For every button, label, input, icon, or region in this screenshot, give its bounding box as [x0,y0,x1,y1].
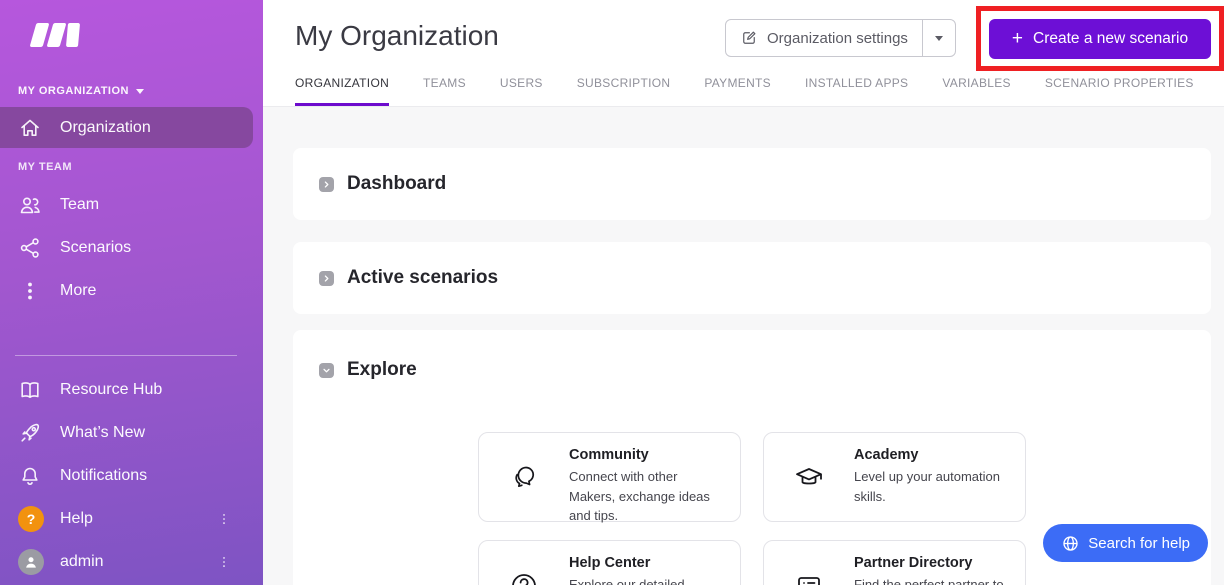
sidebar-item-scenarios[interactable]: Scenarios [0,228,253,268]
academy-card[interactable]: Academy Level up your automation skills. [763,432,1026,522]
avatar [18,549,44,575]
make-logo [29,23,89,47]
tab-scenario-properties[interactable]: SCENARIO PROPERTIES [1045,76,1194,106]
rocket-icon [18,421,42,445]
sidebar-item-help[interactable]: ? Help [0,499,253,539]
question-circle-icon [479,541,569,585]
edit-icon [743,31,756,44]
sidebar-item-label: Scenarios [60,239,132,256]
sidebar-item-resource-hub[interactable]: Resource Hub [0,370,253,410]
sidebar-item-admin[interactable]: admin [0,542,253,582]
tab-installed-apps[interactable]: INSTALLED APPS [805,76,908,106]
sidebar-item-label: Resource Hub [60,381,163,398]
card-description: Connect with other Makers, exchange idea… [569,469,710,523]
organization-settings-label: Organization settings [767,29,908,47]
sidebar-item-team[interactable]: Team [0,185,253,225]
sidebar-item-notifications[interactable]: Notifications [0,456,253,496]
page-title: My Organization [295,20,499,51]
tab-teams[interactable]: TEAMS [423,76,466,106]
globe-icon [1063,535,1078,551]
people-icon [18,193,42,217]
tab-payments[interactable]: PAYMENTS [704,76,771,106]
page-header: My Organization Organization settings + … [263,0,1224,107]
sidebar-item-label: Organization [60,118,151,136]
chevron-down-icon [319,362,334,378]
create-scenario-label: Create a new scenario [1033,29,1189,47]
sidebar-item-whats-new[interactable]: What’s New [0,413,253,453]
sidebar-item-label: More [60,282,97,299]
explore-card-grid: Community Connect with other Makers, exc… [478,432,1026,585]
main-area: My Organization Organization settings + … [263,0,1224,585]
explore-section-toggle[interactable]: Explore [293,330,1211,410]
card-description: Level up your automation skills. [854,469,1000,504]
book-icon [18,378,42,402]
chevron-right-icon [319,270,334,286]
card-title: Help Center [569,555,651,571]
highlight-annotation: + Create a new scenario [976,6,1224,71]
chevron-down-icon [135,88,144,94]
active-scenarios-section-toggle[interactable]: Active scenarios [293,242,1211,314]
organization-settings-button[interactable]: Organization settings [726,20,922,56]
create-scenario-button[interactable]: + Create a new scenario [989,18,1211,59]
sidebar: MY ORGANIZATION Organization MY TEAM Tea… [0,0,263,585]
active-scenarios-section: Active scenarios [293,242,1211,314]
sidebar-item-label: What’s New [60,424,146,441]
vertical-dots-icon [18,279,42,303]
dashboard-section-toggle[interactable]: Dashboard [293,148,1211,220]
home-icon [18,116,42,140]
organization-settings-split-button: Organization settings [725,19,956,57]
settings-dropdown-button[interactable] [921,20,955,56]
community-card[interactable]: Community Connect with other Makers, exc… [478,432,741,523]
card-title: Partner Directory [854,555,973,571]
chevron-down-icon [934,35,943,41]
chat-bubbles-icon [479,433,569,523]
search-for-help-label: Search for help [1088,534,1190,552]
workspace-label: MY ORGANIZATION [18,85,129,97]
overflow-menu-icon[interactable] [217,511,231,527]
sidebar-item-label: Help [60,510,93,527]
card-description: Explore our detailed [569,577,685,585]
section-title: Explore [347,359,417,380]
sidebar-item-label: Notifications [60,467,148,484]
tab-variables[interactable]: VARIABLES [942,76,1011,106]
section-title: Dashboard [347,173,447,194]
workspace-selector[interactable]: MY ORGANIZATION [18,85,144,97]
chevron-right-icon [319,176,334,192]
content-area: Dashboard Active scenarios Explore Commu… [263,107,1224,585]
help-question-icon: ? [18,506,44,532]
sidebar-item-more[interactable]: More [0,271,253,311]
tab-bar: ORGANIZATION TEAMS USERS SUBSCRIPTION PA… [295,76,1194,106]
tab-organization[interactable]: ORGANIZATION [295,76,390,106]
directory-list-icon [764,541,854,585]
sidebar-section-my-team: MY TEAM [18,161,73,173]
graduation-cap-icon [764,433,854,523]
help-center-card[interactable]: Help Center Explore our detailed [478,540,741,585]
sidebar-item-label: admin [60,553,104,570]
share-nodes-icon [18,236,42,260]
section-title: Active scenarios [347,267,499,288]
sidebar-item-organization[interactable]: Organization [0,107,253,148]
tab-users[interactable]: USERS [500,76,543,106]
card-description: Find the perfect partner to [854,577,1004,585]
partner-directory-card[interactable]: Partner Directory Find the perfect partn… [763,540,1026,585]
plus-icon: + [1011,28,1023,49]
sidebar-item-label: Team [60,196,100,213]
card-title: Academy [854,447,919,463]
card-title: Community [569,447,649,463]
tab-subscription[interactable]: SUBSCRIPTION [577,76,671,106]
bell-icon [18,464,42,488]
dashboard-section: Dashboard [293,148,1211,220]
search-for-help-button[interactable]: Search for help [1043,524,1208,562]
sidebar-divider [15,355,237,356]
app-window: MY ORGANIZATION Organization MY TEAM Tea… [0,0,1224,585]
overflow-menu-icon[interactable] [217,554,231,570]
